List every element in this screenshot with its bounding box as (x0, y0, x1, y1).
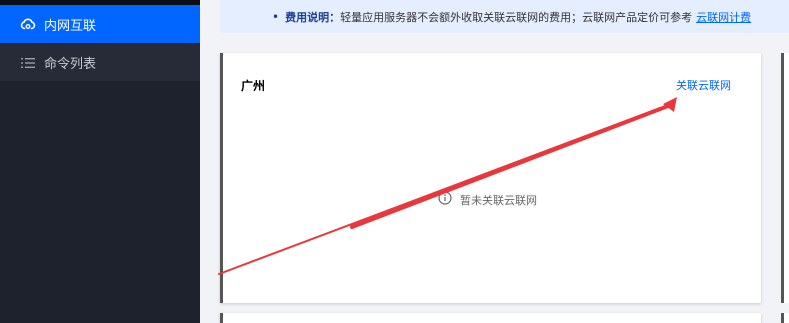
sidebar-item-command-list[interactable]: 命令列表 (0, 44, 200, 81)
empty-state: 暂未关联云联网 (438, 191, 537, 208)
info-icon (438, 191, 460, 208)
sidebar: 内网互联 命令列表 (0, 0, 200, 323)
empty-state-text: 暂未关联云联网 (460, 193, 537, 207)
bullet-icon: • (272, 9, 280, 24)
sidebar-item-label: 内网互联 (44, 18, 97, 34)
sidebar-item-intranet[interactable]: 内网互联 (0, 5, 200, 43)
cloud-link-icon (20, 16, 36, 32)
list-icon (20, 55, 36, 71)
notice-text: 轻量应用服务器不会额外收取关联云联网的费用；云联网产品定价可参考 (340, 10, 693, 24)
region-card: 广州 关联云联网 暂未关联云联网 (220, 53, 761, 303)
adjacent-region-card-lower (781, 313, 789, 323)
sidebar-item-label: 命令列表 (44, 57, 97, 72)
next-region-card (220, 313, 761, 323)
pricing-link[interactable]: 云联网计费 (696, 9, 751, 25)
adjacent-region-card (781, 53, 789, 303)
region-title: 广州 (241, 79, 266, 93)
fee-notice-banner: • 费用说明： 轻量应用服务器不会额外收取关联云联网的费用；云联网产品定价可参考… (220, 0, 789, 33)
associate-ccn-link[interactable]: 关联云联网 (676, 77, 731, 93)
notice-label: 费用说明： (285, 10, 341, 24)
